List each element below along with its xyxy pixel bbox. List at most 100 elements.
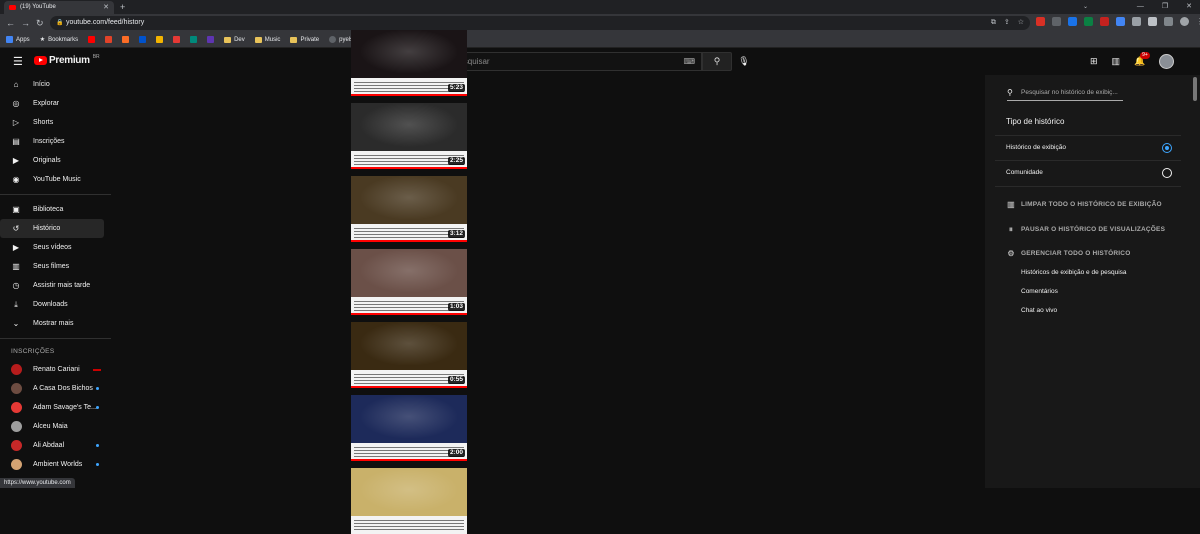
subscription-item[interactable]: A Casa Dos Bichos bbox=[0, 379, 111, 398]
address-bar[interactable]: 🔒 youtube.com/feed/history ⧉ ⇪ ☆ bbox=[50, 16, 1030, 30]
reload-icon[interactable]: ↻ bbox=[36, 16, 44, 30]
extension-icon[interactable] bbox=[1084, 17, 1093, 26]
thumbnail-scene bbox=[351, 249, 467, 297]
extension-icon[interactable] bbox=[1132, 17, 1141, 26]
restore-icon[interactable]: ❐ bbox=[1162, 0, 1168, 14]
bookmark-site[interactable] bbox=[207, 36, 215, 43]
back-icon[interactable]: ← bbox=[6, 16, 15, 30]
bookmark-private[interactable]: Private bbox=[290, 36, 319, 43]
apps-grid-icon bbox=[6, 36, 13, 43]
history-search-input[interactable]: ⚲ Pesquisar no histórico de exibiç... bbox=[1007, 85, 1123, 101]
sidebar-item-library[interactable]: ▣ Biblioteca bbox=[0, 200, 111, 219]
bookmark-site[interactable] bbox=[156, 36, 164, 43]
sidebar-item-download[interactable]: ⤓ Downloads bbox=[0, 295, 111, 314]
subscription-item[interactable]: Ambient Worlds bbox=[0, 455, 111, 474]
bookmark-bookmarks[interactable]: ★ Bookmarks bbox=[40, 36, 78, 44]
account-avatar[interactable] bbox=[1159, 54, 1175, 69]
radio-button-selected[interactable] bbox=[1162, 143, 1172, 153]
extension-icon[interactable] bbox=[1052, 17, 1061, 26]
channel-avatar bbox=[11, 402, 22, 413]
bookmark-site[interactable] bbox=[105, 36, 113, 43]
microphone-icon: 🎙 bbox=[738, 56, 750, 66]
share-icon[interactable]: ⇪ bbox=[1004, 16, 1010, 30]
pause-history-button[interactable]: ⏸ PAUSAR O HISTÓRICO DE VISUALIZAÇÕES bbox=[1006, 223, 1165, 237]
bookmark-apps[interactable]: Apps bbox=[6, 36, 30, 43]
minimize-icon[interactable]: — bbox=[1137, 0, 1144, 14]
browser-tab-strip: (19) YouTube ✕ + ⌄ — ❐ ✕ bbox=[0, 0, 1200, 14]
video-thumbnail[interactable]: 5:23 bbox=[351, 30, 467, 96]
sidebar-item-movies[interactable]: ▥ Seus filmes bbox=[0, 257, 111, 276]
sidebar-item-compass[interactable]: ◎ Explorar bbox=[0, 94, 111, 113]
live-chat-link[interactable]: Chat ao vivo bbox=[1021, 307, 1057, 314]
github-icon bbox=[329, 36, 337, 43]
manage-history-button[interactable]: ⚙ GERENCIAR TODO O HISTÓRICO bbox=[1006, 247, 1130, 261]
page-scrollbar[interactable] bbox=[1193, 77, 1197, 101]
clear-watch-history-button[interactable]: ▥ LIMPAR TODO O HISTÓRICO DE EXIBIÇÃO bbox=[1006, 198, 1162, 212]
apps-icon[interactable]: ▥ bbox=[1112, 52, 1121, 71]
subscription-label: Ambient Worlds bbox=[33, 461, 83, 468]
extension-icon[interactable] bbox=[1100, 17, 1109, 26]
sidebar-item-originals[interactable]: ▶ Originals bbox=[0, 151, 111, 170]
radio-watch-history[interactable]: Histórico de exibição bbox=[1006, 141, 1172, 155]
thumbnail-scene bbox=[351, 468, 467, 516]
create-video-icon[interactable]: ⊞ bbox=[1090, 52, 1098, 71]
radio-community[interactable]: Comunidade bbox=[1006, 166, 1172, 180]
chrome-menu-icon[interactable]: ⋮ bbox=[1196, 17, 1200, 26]
video-thumbnail[interactable] bbox=[351, 468, 467, 534]
sidebar-item-your-videos[interactable]: ▶ Seus vídeos bbox=[0, 238, 111, 257]
extension-icon[interactable] bbox=[1036, 17, 1045, 26]
bookmark-site[interactable] bbox=[190, 36, 198, 43]
sidebar-item-home[interactable]: ⌂ Início bbox=[0, 75, 111, 94]
tab-close-icon[interactable]: ✕ bbox=[103, 1, 109, 14]
subscription-label: Adam Savage's Te... bbox=[33, 404, 97, 411]
youtube-premium-logo[interactable]: Premium BR bbox=[34, 54, 100, 66]
comments-link[interactable]: Comentários bbox=[1021, 288, 1058, 295]
forward-icon[interactable]: → bbox=[21, 16, 30, 30]
sidebar-item-chevron-down[interactable]: ⌄ Mostrar mais bbox=[0, 314, 111, 333]
bookmark-site[interactable] bbox=[139, 36, 147, 43]
radio-button[interactable] bbox=[1162, 168, 1172, 178]
extension-icon[interactable] bbox=[1068, 17, 1077, 26]
tab-search-icon[interactable]: ⌄ bbox=[1083, 0, 1088, 14]
youtube-logo-icon bbox=[34, 56, 47, 65]
notifications-button[interactable]: 🔔 9+ bbox=[1134, 52, 1150, 71]
sidebar-item-watch-later[interactable]: ◷ Assistir mais tarde bbox=[0, 276, 111, 295]
bookmark-site[interactable] bbox=[88, 36, 96, 43]
profile-avatar-icon[interactable] bbox=[1180, 17, 1189, 26]
pause-icon: ⏸ bbox=[1008, 225, 1014, 234]
voice-search-button[interactable]: 🎙 bbox=[736, 52, 752, 71]
new-content-dot bbox=[96, 444, 99, 447]
new-tab-icon[interactable]: + bbox=[120, 0, 125, 14]
close-window-icon[interactable]: ✕ bbox=[1186, 0, 1192, 14]
subscription-item[interactable]: Adam Savage's Te... bbox=[0, 398, 111, 417]
hamburger-menu-icon[interactable]: ☰ bbox=[13, 55, 23, 68]
address-url: youtube.com/feed/history bbox=[66, 19, 145, 26]
subscription-item[interactable]: Renato Cariani bbox=[0, 360, 111, 379]
bookmark-star-icon[interactable]: ☆ bbox=[1018, 16, 1024, 30]
extension-icon[interactable] bbox=[1116, 17, 1125, 26]
sidebar-item-shorts[interactable]: ▷ Shorts bbox=[0, 113, 111, 132]
subscription-item[interactable]: Alceu Maia bbox=[0, 417, 111, 436]
watch-search-history-link[interactable]: Históricos de exibição e de pesquisa bbox=[1021, 269, 1127, 276]
puzzle-extensions-icon[interactable] bbox=[1148, 17, 1157, 26]
video-thumbnail[interactable]: 1:03 bbox=[351, 249, 467, 315]
search-button[interactable]: ⚲ bbox=[702, 52, 732, 71]
video-thumbnail[interactable]: 2:00 bbox=[351, 395, 467, 461]
side-panel-icon[interactable] bbox=[1164, 17, 1173, 26]
bookmark-site[interactable] bbox=[173, 36, 181, 43]
video-thumbnail[interactable]: 2:25 bbox=[351, 103, 467, 169]
subscription-item[interactable]: Ali Abdaal bbox=[0, 436, 111, 455]
sidebar-item-subscriptions[interactable]: ▤ Inscrições bbox=[0, 132, 111, 151]
keyboard-icon[interactable]: ⌨ bbox=[683, 53, 695, 70]
browser-tab-youtube[interactable]: (19) YouTube ✕ bbox=[4, 1, 114, 14]
bookmark-site[interactable] bbox=[122, 36, 130, 43]
sidebar-item-music[interactable]: ◉ YouTube Music bbox=[0, 170, 111, 189]
video-thumbnail[interactable]: 3:12 bbox=[351, 176, 467, 242]
panel-divider bbox=[995, 186, 1181, 187]
sidebar-item-history[interactable]: ↺ Histórico bbox=[0, 219, 104, 238]
search-input[interactable]: Pesquisar ⌨ bbox=[448, 52, 702, 71]
install-app-icon[interactable]: ⧉ bbox=[991, 16, 996, 30]
bookmark-music[interactable]: Music bbox=[254, 36, 280, 43]
video-thumbnail[interactable]: 0:55 bbox=[351, 322, 467, 388]
bookmark-dev[interactable]: Dev bbox=[224, 36, 245, 43]
